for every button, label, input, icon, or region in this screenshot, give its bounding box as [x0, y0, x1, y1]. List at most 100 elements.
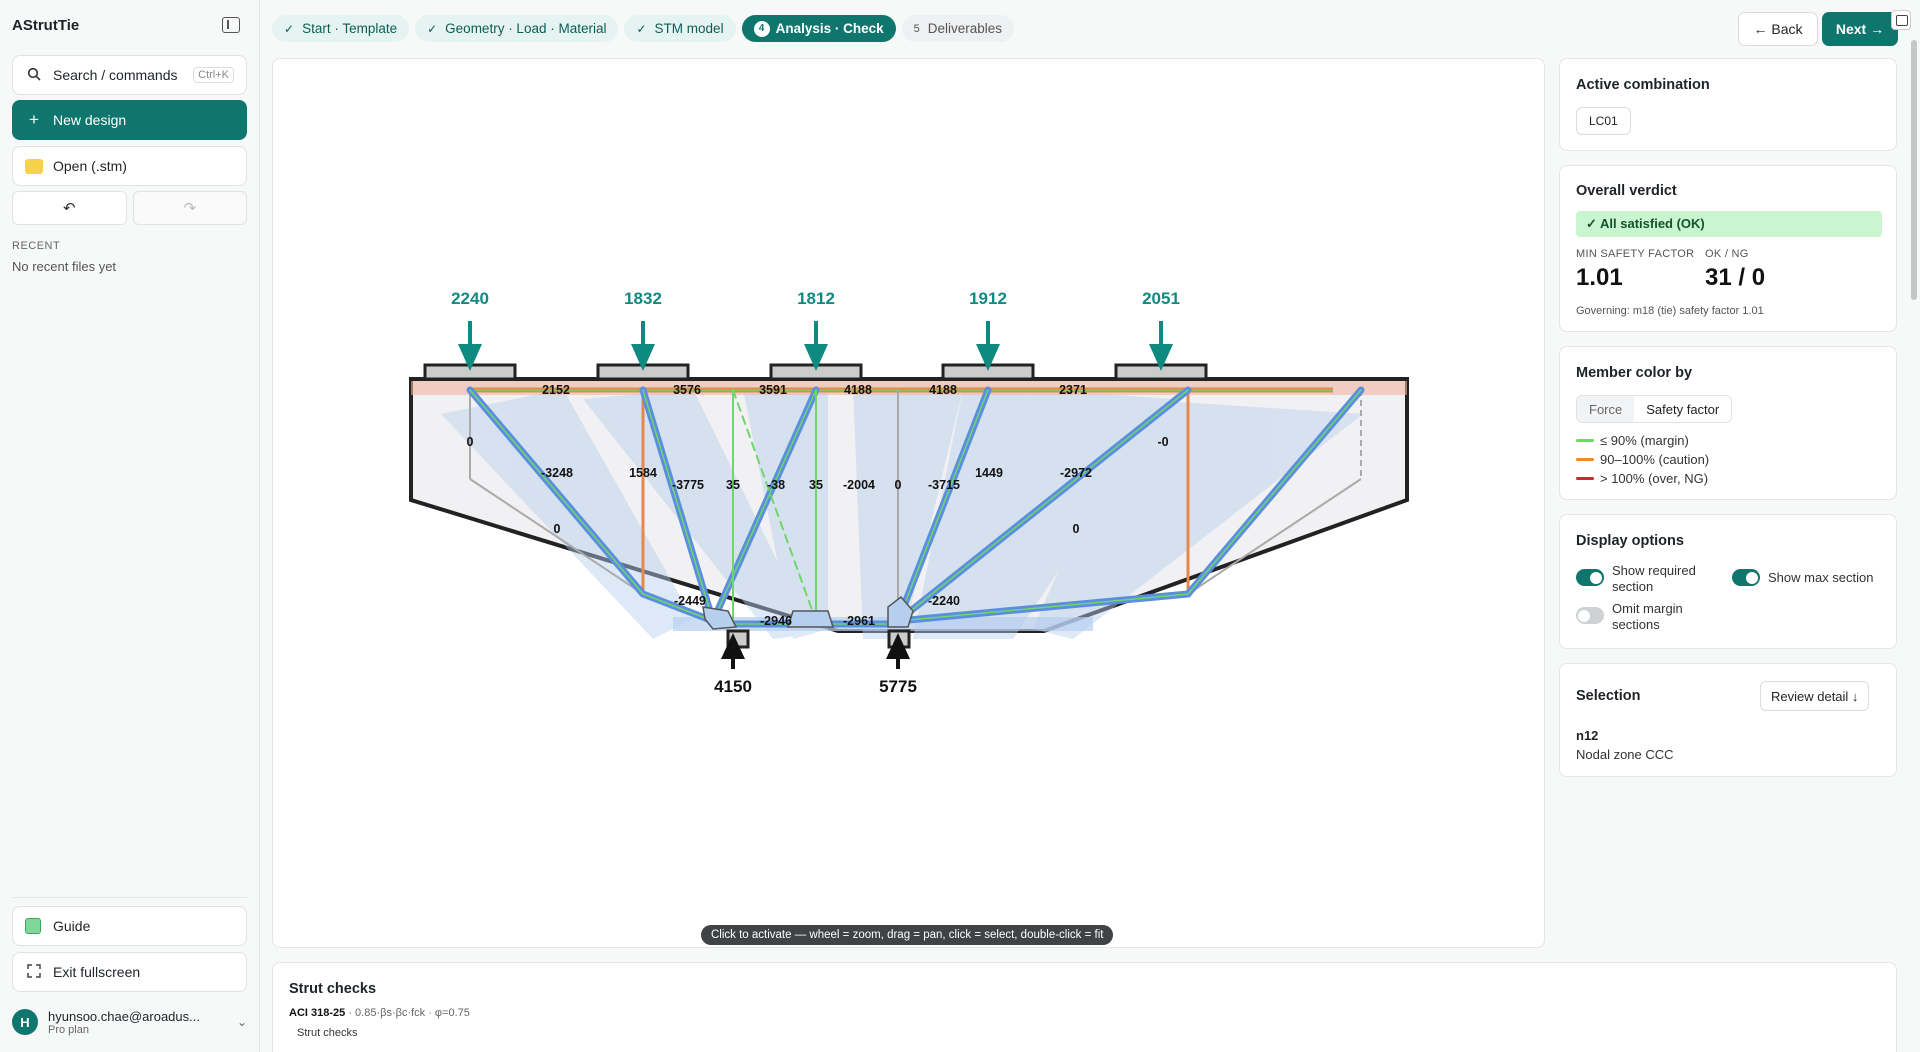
legend-swatch: [1576, 458, 1594, 461]
min-sf-label: MIN SAFETY FACTOR: [1576, 248, 1695, 260]
load-label: 2051: [1142, 289, 1180, 308]
step-label: Start · Template: [302, 21, 398, 36]
member-force-label: -2972: [1060, 466, 1092, 480]
legend-label: ≤ 90% (margin): [1600, 433, 1689, 448]
step-geometry[interactable]: ✓ Geometry · Load · Material: [415, 15, 619, 42]
check-icon: ✓: [284, 21, 295, 36]
review-detail-button[interactable]: Review detail ↓: [1760, 681, 1870, 711]
search-icon: [25, 67, 43, 84]
show-max-label: Show max section: [1768, 570, 1874, 585]
tie-force-label: 4188: [844, 383, 872, 397]
open-file-button[interactable]: Open (.stm): [12, 146, 247, 186]
legend-swatch: [1576, 439, 1594, 442]
okng-label: OK / NG: [1705, 248, 1749, 260]
check-icon: ✓: [427, 21, 438, 36]
card-title: Display options: [1576, 533, 1684, 549]
sidebar: AStrutTie Search / commands Ctrl+K + New…: [0, 0, 260, 1052]
reaction-label: 5775: [879, 677, 917, 696]
show-required-label: Show required section: [1612, 563, 1696, 594]
sidebar-toggle-icon[interactable]: [222, 17, 240, 33]
load-label: 1832: [624, 289, 662, 308]
member-force-label: 1584: [629, 466, 657, 480]
next-button[interactable]: Next →: [1822, 12, 1898, 46]
color-mode-safety-factor[interactable]: Safety factor: [1634, 396, 1732, 422]
undo-button[interactable]: ↶: [12, 191, 127, 225]
step-deliverables[interactable]: 5 Deliverables: [901, 15, 1015, 42]
omit-margin-toggle[interactable]: [1576, 607, 1604, 624]
guide-button[interactable]: Guide: [12, 906, 247, 946]
user-info: hyunsoo.chae@aroadus... Pro plan: [48, 1009, 208, 1036]
tie-force-label: 2371: [1059, 383, 1087, 397]
avatar: H: [12, 1009, 38, 1035]
member-force-label: 0: [1073, 522, 1080, 536]
user-email: hyunsoo.chae@aroadus...: [48, 1008, 200, 1024]
back-button[interactable]: ← Back: [1738, 12, 1818, 46]
step-analysis[interactable]: 4 Analysis · Check: [741, 15, 896, 42]
combination-select[interactable]: LC01: [1576, 107, 1631, 135]
legend-item: > 100% (over, NG): [1576, 471, 1708, 486]
selection-card: Selection Review detail ↓ n12 Nodal zone…: [1559, 663, 1897, 777]
recent-empty-text: No recent files yet: [12, 259, 117, 274]
member-force-label: 35: [809, 478, 823, 492]
member-force-label: -38: [767, 478, 785, 492]
new-design-button[interactable]: + New design: [12, 100, 247, 140]
min-sf-value: 1.01: [1576, 264, 1623, 291]
color-mode-toggle: Force Safety factor: [1576, 395, 1733, 423]
member-force-label: -2449: [674, 594, 706, 608]
exit-fullscreen-button[interactable]: Exit fullscreen: [12, 952, 247, 992]
new-design-label: New design: [53, 112, 127, 128]
show-max-toggle[interactable]: [1732, 569, 1760, 586]
member-force-label: 35: [726, 478, 740, 492]
governing-text: Governing: m18 (tie) safety factor 1.01: [1576, 305, 1764, 317]
page-scrollbar[interactable]: [1911, 40, 1917, 300]
search-button[interactable]: Search / commands Ctrl+K: [12, 55, 247, 95]
guide-label: Guide: [53, 918, 91, 934]
reaction-label: 4150: [714, 677, 752, 696]
app-root: AStrutTie Search / commands Ctrl+K + New…: [0, 0, 1920, 1052]
code-detail: · 0.85·βs·βc·fck · φ=0.75: [345, 1007, 470, 1019]
member-force-label: -3248: [541, 466, 573, 480]
panel-toggle-icon[interactable]: [1891, 10, 1911, 30]
step-label: Geometry · Load · Material: [445, 21, 607, 36]
chevron-down-icon: ⌄: [236, 1015, 247, 1029]
undo-icon: ↶: [62, 200, 76, 217]
card-title: Overall verdict: [1576, 183, 1677, 199]
redo-icon: ↷: [183, 200, 197, 217]
app-title: AStrutTie: [12, 17, 80, 34]
tie-force-label: 2152: [542, 383, 570, 397]
checks-subheading: Strut checks: [297, 1027, 358, 1039]
active-combination-card: Active combination LC01: [1559, 58, 1897, 151]
show-required-toggle[interactable]: [1576, 569, 1604, 586]
redo-button[interactable]: ↷: [132, 191, 247, 225]
member-force-label: -2004: [843, 478, 875, 492]
selection-id: n12: [1576, 728, 1599, 743]
member-force-label: 1449: [975, 466, 1003, 480]
step-label: STM model: [654, 21, 724, 36]
model-canvas[interactable]: 2240 1832 1812 1912 2051 4150 5775 2152 …: [272, 58, 1545, 948]
selection-description: Nodal zone CCC: [1576, 747, 1674, 762]
legend-swatch: [1576, 477, 1594, 480]
step-stm-model[interactable]: ✓ STM model: [624, 15, 736, 42]
load-label: 1912: [969, 289, 1007, 308]
open-file-label: Open (.stm): [53, 158, 127, 174]
color-mode-force[interactable]: Force: [1577, 396, 1635, 422]
step-number: 5: [913, 22, 920, 35]
step-start[interactable]: ✓ Start · Template: [272, 15, 410, 42]
verdict-card: Overall verdict ✓ All satisfied (OK) MIN…: [1559, 165, 1897, 332]
legend-item: 90–100% (caution): [1576, 452, 1709, 467]
display-options-card: Display options Show required section Sh…: [1559, 514, 1897, 649]
sidebar-divider: [12, 897, 247, 898]
stm-diagram[interactable]: 2240 1832 1812 1912 2051 4150 5775 2152 …: [273, 59, 1545, 948]
user-menu[interactable]: H hyunsoo.chae@aroadus... Pro plan ⌄: [12, 1004, 247, 1040]
legend-item: ≤ 90% (margin): [1576, 433, 1689, 448]
search-label: Search / commands: [53, 67, 178, 83]
member-color-card: Member color by Force Safety factor ≤ 90…: [1559, 346, 1897, 500]
workflow-steps: ✓ Start · Template ✓ Geometry · Load · Mat…: [272, 15, 1015, 43]
folder-icon: [25, 158, 43, 174]
search-shortcut: Ctrl+K: [193, 67, 234, 83]
recent-heading: RECENT: [12, 240, 61, 252]
member-force-label: 0: [895, 478, 902, 492]
card-title: Active combination: [1576, 77, 1710, 93]
legend-label: > 100% (over, NG): [1600, 471, 1709, 486]
load-label: 1812: [797, 289, 835, 308]
